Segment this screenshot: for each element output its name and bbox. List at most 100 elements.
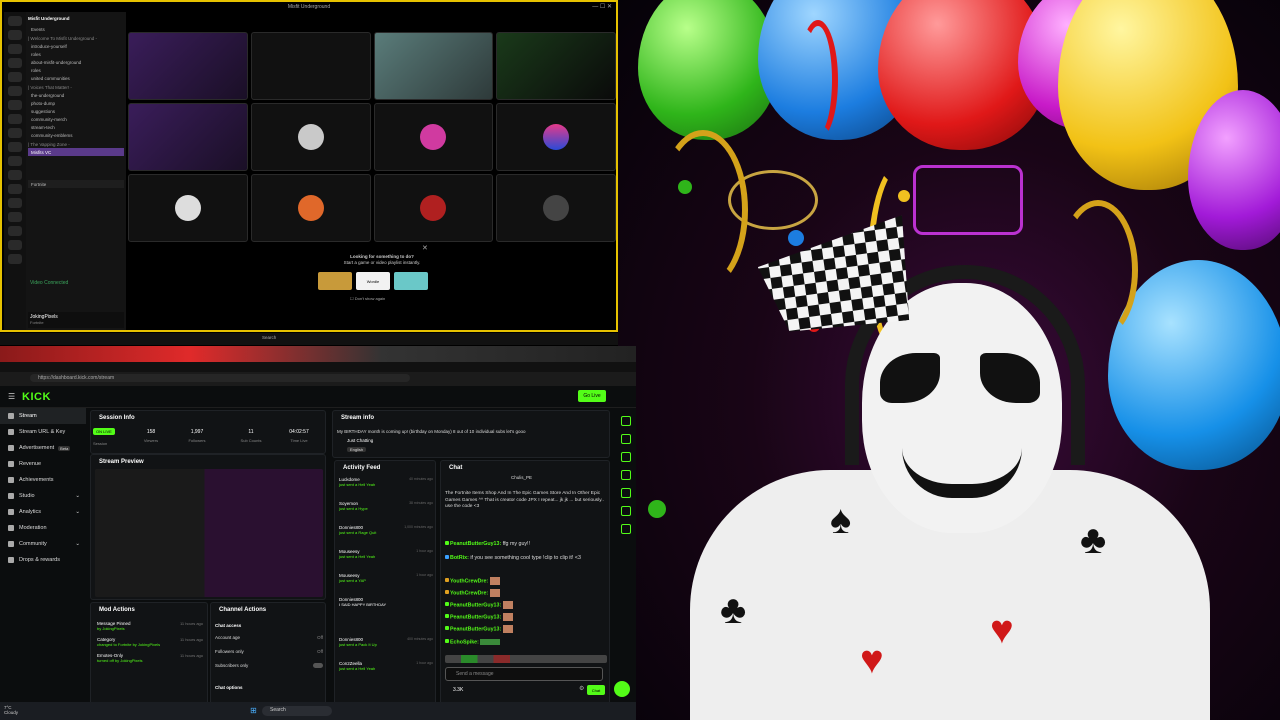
stream-title[interactable]: My BIRTHDAY month is coming up! (birthda…: [337, 429, 607, 434]
server-icon[interactable]: [8, 114, 22, 124]
server-icon[interactable]: [8, 226, 22, 236]
server-icon[interactable]: [8, 184, 22, 194]
video-tile[interactable]: [373, 174, 494, 242]
pinned-user[interactable]: Chulis_PE: [511, 475, 532, 480]
channel-item[interactable]: introduce-yourself: [28, 42, 124, 50]
setting-value[interactable]: Off: [317, 635, 323, 640]
video-tile[interactable]: [496, 32, 616, 100]
stream-category[interactable]: Just Chatting: [347, 438, 373, 443]
nav-advertisement[interactable]: Advertisement Beta: [0, 440, 86, 456]
video-tile[interactable]: [128, 103, 248, 171]
dont-show-checkbox[interactable]: ☐ Don't show again: [350, 296, 385, 301]
server-name[interactable]: Misfit Underground: [28, 14, 124, 25]
channel-item[interactable]: suggestions: [28, 107, 124, 115]
video-tile[interactable]: [373, 32, 494, 100]
server-icon[interactable]: [8, 156, 22, 166]
chat-user[interactable]: BotRix:: [450, 555, 469, 561]
gear-icon[interactable]: ⚙: [579, 685, 584, 692]
setting-row[interactable]: Account age Off: [215, 635, 323, 640]
channel-item[interactable]: roles: [28, 50, 124, 58]
channel-item[interactable]: community-merch: [28, 115, 124, 123]
setting-value[interactable]: Off: [317, 649, 323, 654]
server-icon[interactable]: [8, 58, 22, 68]
server-icon[interactable]: [8, 212, 22, 222]
channel-item[interactable]: the-underground: [28, 91, 124, 99]
address-bar[interactable]: https://dashboard.kick.com/stream: [0, 372, 636, 386]
server-icon[interactable]: [8, 142, 22, 152]
chat-user[interactable]: PeanutButterGuy13:: [450, 602, 501, 608]
nav-stream-url-key[interactable]: Stream URL & Key: [0, 424, 86, 440]
server-icon[interactable]: [8, 240, 22, 250]
tab-strip[interactable]: [0, 362, 636, 372]
video-tile[interactable]: [373, 103, 494, 171]
channel-item[interactable]: photo-dump: [28, 99, 124, 107]
video-tile[interactable]: [250, 32, 371, 100]
url-field[interactable]: https://dashboard.kick.com/stream: [30, 374, 410, 382]
server-icon[interactable]: [8, 30, 22, 40]
server-icon[interactable]: [8, 198, 22, 208]
nav-revenue[interactable]: Revenue: [0, 456, 86, 472]
chat-user[interactable]: PeanutButterGuy13:: [450, 614, 501, 620]
server-icon[interactable]: [8, 86, 22, 96]
chat-input[interactable]: Send a message: [445, 667, 603, 681]
video-tile[interactable]: [250, 103, 371, 171]
quick-action-icon[interactable]: [621, 488, 631, 498]
category-label[interactable]: | The Vapping Zone -: [28, 139, 124, 148]
category-label[interactable]: | Welcome To Misfit Underground -: [28, 33, 124, 42]
kick-logo[interactable]: KICK: [22, 391, 51, 403]
chat-user[interactable]: YouthCrewDre:: [450, 578, 488, 584]
chat-send-button[interactable]: Chat: [587, 685, 605, 695]
setting-row[interactable]: Followers only Off: [215, 649, 323, 654]
channel-item[interactable]: stream-tech: [28, 123, 124, 131]
emote-bar[interactable]: [445, 655, 607, 663]
activity-button[interactable]: [318, 272, 352, 290]
voice-channel[interactable]: Misfits VC: [28, 148, 124, 156]
server-icon[interactable]: [8, 44, 22, 54]
chat-user[interactable]: PeanutButterGuy13:: [450, 626, 501, 632]
nav-moderation[interactable]: Moderation: [0, 520, 86, 536]
nav-analytics[interactable]: Analytics ⌄: [0, 504, 86, 520]
nav-studio[interactable]: Studio ⌄: [0, 488, 86, 504]
video-tile[interactable]: [128, 32, 248, 100]
go-live-button[interactable]: Go Live: [578, 390, 606, 402]
channel-item[interactable]: united communities: [28, 74, 124, 82]
weather-widget[interactable]: 7°C Cloudy: [4, 705, 18, 715]
stream-preview-video[interactable]: [95, 469, 323, 597]
video-tile[interactable]: [496, 103, 616, 171]
quick-action-icon[interactable]: [621, 524, 631, 534]
window-controls[interactable]: — ☐ ✕: [592, 3, 612, 10]
quick-action-icon[interactable]: [621, 452, 631, 462]
chat-user[interactable]: PeanutButterGuy13:: [450, 541, 501, 547]
video-tile[interactable]: [496, 174, 616, 242]
channel-item[interactable]: community-emblems: [28, 131, 124, 139]
quick-action-icon[interactable]: [621, 470, 631, 480]
server-icon[interactable]: [8, 128, 22, 138]
nav-stream[interactable]: Stream: [0, 408, 86, 424]
taskbar-search[interactable]: Search: [262, 706, 332, 716]
chat-user[interactable]: YouthCrewDre:: [450, 590, 488, 596]
toggle-switch[interactable]: [313, 663, 323, 668]
video-tile[interactable]: [250, 174, 371, 242]
chat-user[interactable]: EchoSpike:: [450, 639, 479, 645]
server-icon[interactable]: [8, 170, 22, 180]
quick-action-icon[interactable]: [621, 506, 631, 516]
server-icon[interactable]: [8, 100, 22, 110]
server-icon[interactable]: [8, 254, 22, 264]
channel-item[interactable]: roles: [28, 66, 124, 74]
quick-action-icon[interactable]: [621, 434, 631, 444]
channel-item[interactable]: Events: [28, 25, 124, 33]
activity-button-wordle[interactable]: Wordle: [356, 272, 390, 290]
quick-action-icon[interactable]: [621, 416, 631, 426]
server-icon[interactable]: [8, 72, 22, 82]
category-label[interactable]: | Voices That Matter! -: [28, 82, 124, 91]
close-icon[interactable]: ✕: [422, 244, 428, 252]
nav-achievements[interactable]: Achievements: [0, 472, 86, 488]
setting-row[interactable]: Subscribers only: [215, 663, 323, 668]
activity-button[interactable]: [394, 272, 428, 290]
nav-drops-rewards[interactable]: Drops & rewards: [0, 552, 86, 568]
menu-icon[interactable]: ☰: [8, 392, 15, 401]
channel-item[interactable]: about-misfit-underground: [28, 58, 124, 66]
video-tile[interactable]: [128, 174, 248, 242]
windows-start-icon[interactable]: ⊞: [250, 706, 257, 715]
taskbar-search-small[interactable]: Search: [262, 335, 276, 340]
